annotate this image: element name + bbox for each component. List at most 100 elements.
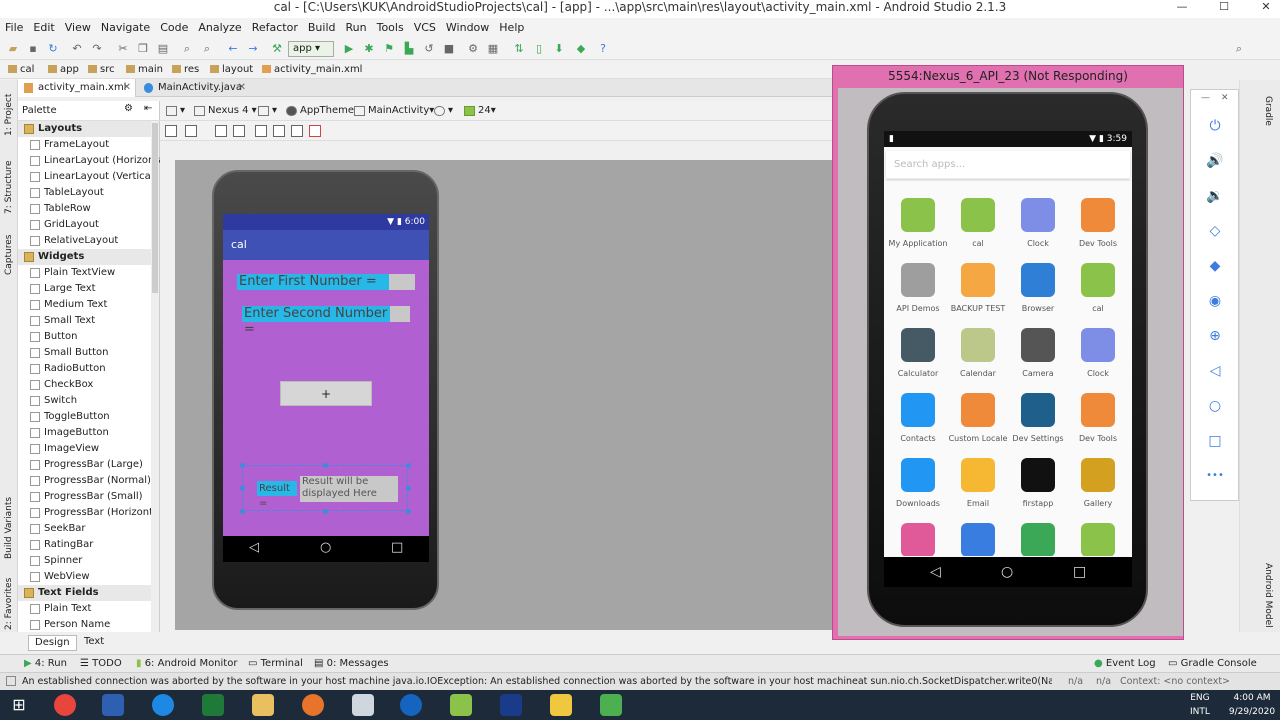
resize-handle[interactable] — [240, 486, 245, 491]
api-dropdown[interactable]: 24▾ — [464, 104, 496, 118]
gear-icon[interactable]: ⚙ — [124, 103, 133, 114]
palette-item[interactable]: Person Name — [18, 617, 152, 633]
palette-item[interactable]: ImageView — [18, 441, 152, 457]
theme-dropdown[interactable]: AppTheme — [286, 104, 354, 118]
back-icon[interactable]: ← — [226, 42, 240, 55]
plus-button[interactable]: + — [280, 381, 372, 406]
project-structure-icon[interactable]: ▦ — [486, 42, 500, 55]
rotate-right-icon[interactable]: ◆ — [1205, 256, 1225, 276]
palette-group[interactable]: Layouts — [18, 121, 152, 137]
tool-captures[interactable]: Captures — [0, 230, 18, 280]
cut-icon[interactable]: ✂ — [116, 42, 130, 55]
avd-manager-icon[interactable]: ▯ — [532, 42, 546, 55]
file-manager-icon[interactable] — [102, 694, 124, 716]
breadcrumb-layout[interactable]: layout — [210, 61, 253, 79]
edge-icon[interactable] — [152, 694, 174, 716]
excel-icon[interactable] — [202, 694, 224, 716]
breadcrumb-main[interactable]: main — [126, 61, 163, 79]
tab-activity-main[interactable]: activity_main.xml ✕ — [18, 79, 136, 97]
status-toggle-icon[interactable] — [6, 676, 16, 686]
undo-icon[interactable]: ↶ — [70, 42, 84, 55]
app-launcher-item[interactable]: Calendar — [948, 326, 1008, 390]
replace-icon[interactable]: ⌕ — [200, 42, 214, 55]
home-icon[interactable]: ○ — [1205, 396, 1225, 416]
power-icon[interactable]: ⏻ — [1205, 116, 1225, 136]
firefox-icon[interactable] — [302, 694, 324, 716]
make-project-icon[interactable]: ⚒ — [270, 42, 284, 55]
menu-window[interactable]: Window — [441, 18, 494, 38]
menu-tools[interactable]: Tools — [372, 18, 409, 38]
status-message[interactable]: An established connection was aborted by… — [22, 673, 1052, 691]
breadcrumb-res[interactable]: res — [172, 61, 199, 79]
tool-event-log[interactable]: ● Event Log — [1094, 655, 1156, 673]
redo-icon[interactable]: ↷ — [90, 42, 104, 55]
device-dropdown[interactable]: Nexus 4 ▾ — [194, 104, 257, 118]
breadcrumb-app[interactable]: app — [48, 61, 79, 79]
app-launcher-item[interactable]: Clock — [1068, 326, 1128, 390]
app-launcher-item[interactable]: Dev Settings — [1008, 391, 1068, 455]
paste-icon[interactable]: ▤ — [156, 42, 170, 55]
close-tab-icon[interactable]: ✕ — [238, 79, 246, 97]
back-icon[interactable]: ◁ — [930, 564, 941, 580]
app-launcher-item[interactable] — [888, 521, 948, 556]
android-device-monitor-icon[interactable]: ◆ — [574, 42, 588, 55]
fit-height-icon[interactable] — [233, 125, 245, 137]
app-launcher-item[interactable]: Dev Tools — [1068, 391, 1128, 455]
menu-build[interactable]: Build — [303, 18, 341, 38]
clear-constraints-icon[interactable] — [309, 125, 321, 137]
scrollbar-thumb[interactable] — [152, 123, 158, 293]
app-launcher-item[interactable]: Custom Locale — [948, 391, 1008, 455]
tool-structure[interactable]: 7: Structure — [0, 152, 18, 222]
volume-down-icon[interactable]: 🔉 — [1205, 186, 1225, 206]
tool-build-variants[interactable]: Build Variants — [0, 490, 18, 566]
palette-item[interactable]: Switch — [18, 393, 152, 409]
fit-width-icon[interactable] — [215, 125, 227, 137]
palette-group[interactable]: Text Fields — [18, 585, 152, 601]
profile-icon[interactable]: ↺ — [422, 42, 436, 55]
search-everywhere-icon[interactable]: ⌕ — [1232, 42, 1246, 55]
android-task-icon[interactable] — [600, 694, 622, 716]
android-studio-task-icon[interactable] — [450, 694, 472, 716]
app-launcher-item[interactable] — [1008, 521, 1068, 556]
palette-item[interactable]: Small Button — [18, 345, 152, 361]
help-icon[interactable]: ? — [596, 42, 610, 55]
menu-analyze[interactable]: Analyze — [193, 18, 246, 38]
app-icon[interactable] — [352, 694, 374, 716]
menu-code[interactable]: Code — [155, 18, 193, 38]
align-right-icon[interactable] — [291, 125, 303, 137]
palette-item[interactable]: RatingBar — [18, 537, 152, 553]
toggle-palette-icon[interactable] — [165, 125, 177, 137]
palette-item[interactable]: SeekBar — [18, 521, 152, 537]
palette-item[interactable]: RelativeLayout — [18, 233, 152, 249]
menu-help[interactable]: Help — [494, 18, 529, 38]
palette-item[interactable]: TableLayout — [18, 185, 152, 201]
windows-start-icon[interactable]: ⊞ — [8, 694, 30, 716]
breadcrumb-cal[interactable]: cal — [8, 61, 34, 79]
app-launcher-item[interactable]: API Demos — [888, 261, 948, 325]
tool-messages[interactable]: ▤ 0: Messages — [314, 655, 389, 673]
view-options-icon[interactable]: ▾ — [166, 104, 185, 118]
resize-handle[interactable] — [323, 509, 328, 514]
tab-text[interactable]: Text — [78, 635, 110, 649]
recents-icon[interactable]: □ — [1073, 564, 1086, 580]
palette-scrollbar[interactable] — [151, 121, 159, 632]
tool-favorites[interactable]: 2: Favorites — [0, 576, 18, 632]
activity-dropdown[interactable]: MainActivity▾ — [354, 104, 434, 118]
first-number-input[interactable] — [389, 274, 415, 290]
run-icon[interactable]: ▶ — [342, 42, 356, 55]
resize-handle[interactable] — [406, 486, 411, 491]
tool-todo[interactable]: ☰ TODO — [80, 655, 122, 673]
app-launcher-item[interactable]: Email — [948, 456, 1008, 520]
orientation-dropdown[interactable]: ▾ — [258, 104, 277, 118]
tool-gradle[interactable]: Gradle — [1259, 86, 1277, 136]
menu-edit[interactable]: Edit — [28, 18, 59, 38]
home-icon[interactable]: ○ — [1001, 564, 1013, 580]
search-apps-input[interactable]: Search apps... — [886, 151, 1130, 179]
second-number-label[interactable]: Enter Second Number = — [242, 306, 390, 337]
palette-item[interactable]: ProgressBar (Small) — [18, 489, 152, 505]
second-number-input[interactable] — [390, 306, 410, 322]
result-label[interactable]: Result = — [257, 481, 297, 509]
palette-item[interactable]: LinearLayout (Vertical) — [18, 169, 158, 185]
app-launcher-item[interactable]: Downloads — [888, 456, 948, 520]
locale-dropdown[interactable]: ▾ — [434, 104, 453, 118]
